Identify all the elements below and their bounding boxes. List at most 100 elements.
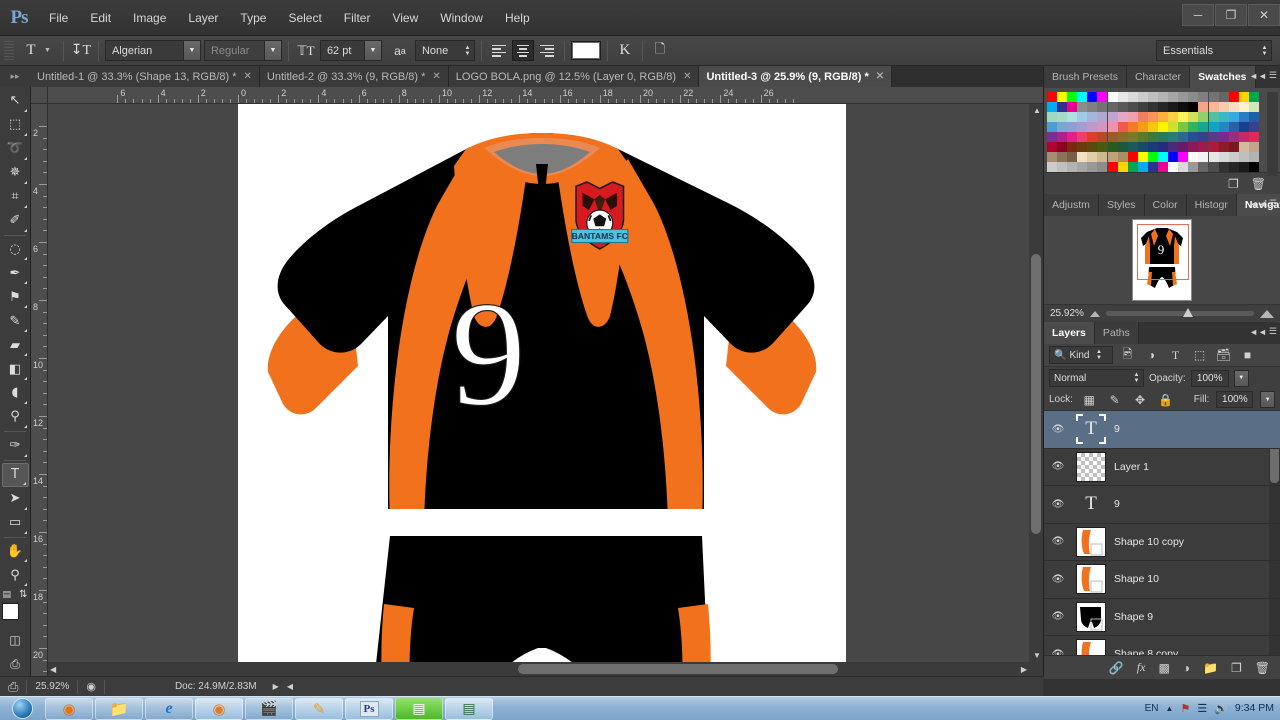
color-swatch[interactable] [1248,152,1259,162]
status-expand-icon[interactable]: ▶ [265,677,287,697]
color-swatch[interactable] [1208,152,1219,162]
filter-adjustment-icon[interactable]: ◑ [1142,346,1161,365]
network-icon[interactable]: ☰ [1197,702,1207,715]
document-tab-1[interactable]: Untitled-1 @ 33.3% (Shape 13, RGB/8) * ✕ [30,66,260,87]
fill-chevron-icon[interactable]: ▼ [1260,391,1275,408]
color-swatch[interactable] [1127,142,1138,152]
blur-tool-icon[interactable]: ◖ [2,381,29,405]
delete-swatch-icon[interactable]: 🗑 [1251,177,1266,191]
chevron-down-icon[interactable]: ▼ [263,41,281,60]
color-swatch[interactable] [1127,152,1138,162]
zoom-tool-icon[interactable]: ⚲ [2,563,29,587]
filter-shape-icon[interactable]: ⬚ [1190,346,1209,365]
color-swatch[interactable] [1047,122,1057,132]
options-bar-grip[interactable] [4,40,14,61]
color-swatch[interactable] [1178,102,1189,112]
color-swatch[interactable] [1238,112,1249,122]
color-swatch[interactable] [1198,92,1209,102]
layer-row[interactable]: 👁 Shape 10 [1044,561,1280,599]
color-swatch[interactable] [1198,142,1209,152]
layer-filter-kind-combo[interactable]: 🔍 Kind ▲ ▼ [1049,346,1113,364]
color-swatch[interactable] [1238,162,1249,172]
color-swatch[interactable] [1147,152,1158,162]
color-swatch[interactable] [1218,132,1229,142]
filter-smart-object-icon[interactable]: 🗃 [1214,346,1233,365]
layer-visibility-icon[interactable]: 👁 [1048,536,1068,547]
color-swatch[interactable] [1097,112,1108,122]
zoom-in-icon[interactable] [1260,309,1274,318]
color-swatch[interactable] [1208,102,1219,112]
layer-style-fx-icon[interactable]: fx [1137,660,1146,675]
color-swatch[interactable] [1168,102,1179,112]
color-swatch[interactable] [1238,132,1249,142]
panel-collapse-icon[interactable]: ◄◄ [1249,327,1267,337]
taskbar-item-media-player[interactable]: ◉ [195,697,243,720]
color-swatch[interactable] [1178,122,1189,132]
spot-healing-brush-tool-icon[interactable]: ◌ [2,237,29,261]
menu-file[interactable]: File [38,7,79,29]
color-swatch[interactable] [1127,122,1138,132]
menu-view[interactable]: View [381,7,429,29]
color-swatch[interactable] [1067,132,1078,142]
layer-name[interactable]: Shape 9 [1114,611,1153,623]
panel-tab-adjustm[interactable]: Adjustm [1044,194,1099,216]
color-swatch[interactable] [1127,112,1138,122]
color-swatch[interactable] [1218,112,1229,122]
layer-name[interactable]: Shape 8 copy [1114,648,1178,655]
color-swatch[interactable] [1127,162,1138,172]
color-swatch[interactable] [1188,132,1199,142]
scroll-up-icon[interactable]: ▲ [1033,106,1041,115]
color-swatch[interactable] [1168,112,1179,122]
color-swatch[interactable] [1198,132,1209,142]
color-swatch[interactable] [1067,152,1078,162]
lock-all-icon[interactable]: 🔒 [1156,390,1174,409]
color-swatch[interactable] [1178,132,1189,142]
color-swatch[interactable] [1248,92,1259,102]
color-swatch[interactable] [1238,142,1249,152]
color-swatch[interactable] [1158,142,1169,152]
brush-tool-icon[interactable]: ✒ [2,261,29,285]
color-swatch[interactable] [1228,132,1239,142]
color-swatch[interactable] [1097,142,1108,152]
panel-tab-brush-presets[interactable]: Brush Presets [1044,66,1127,88]
rectangular-marquee-tool-icon[interactable]: ⬚ [2,113,29,137]
canvas-vertical-scrollbar[interactable]: ▲ ▼ [1029,104,1043,662]
panel-tab-swatches[interactable]: Swatches [1190,66,1256,88]
layer-row[interactable]: 👁 Shape 10 copy [1044,524,1280,561]
color-swatch[interactable] [1147,142,1158,152]
zoom-slider[interactable] [1105,308,1254,317]
color-swatch[interactable] [1077,102,1088,112]
color-swatch[interactable] [1067,162,1078,172]
lock-transparency-icon[interactable]: ▦ [1080,390,1098,409]
font-family-combo[interactable]: Algerian ▼ [104,40,201,61]
add-layer-mask-icon[interactable]: ▩ [1158,661,1169,675]
color-swatch[interactable] [1077,112,1088,122]
status-collapse-icon[interactable]: ◀ [287,677,301,697]
color-swatch[interactable] [1188,102,1199,112]
swap-colors-icon[interactable]: ⇅ [19,589,27,600]
swatches-scrollbar[interactable] [1267,92,1278,176]
color-swatch[interactable] [1228,92,1239,102]
color-swatch[interactable] [1188,162,1199,172]
panel-collapse-icon[interactable]: ◄◄ [1249,199,1267,209]
color-swatch[interactable] [1087,142,1098,152]
color-swatch[interactable] [1047,132,1057,142]
panel-menu-icon[interactable]: ☰ [1269,326,1277,337]
color-swatch[interactable] [1168,162,1179,172]
eyedropper-tool-icon[interactable]: ✐ [2,209,29,233]
panel-menu-icon[interactable]: ☰ [1269,70,1277,81]
close-icon[interactable]: ✕ [683,71,691,82]
opacity-value[interactable]: 100% [1190,369,1229,387]
panel-menu-icon[interactable]: ☰ [1269,198,1277,209]
color-swatch[interactable] [1228,122,1239,132]
color-swatch[interactable] [1248,142,1259,152]
color-swatch[interactable] [1188,92,1199,102]
navigator-zoom-value[interactable]: 25.92% [1050,308,1084,319]
color-swatch[interactable] [1047,142,1057,152]
vertical-ruler[interactable]: 2 4 6 8 10 12 14 16 18 20 [31,104,48,676]
menu-window[interactable]: Window [429,7,494,29]
color-swatch[interactable] [1168,132,1179,142]
color-swatch[interactable] [1188,122,1199,132]
color-swatch[interactable] [1067,102,1078,112]
taskbar-item-internet-explorer[interactable]: e [145,697,193,720]
